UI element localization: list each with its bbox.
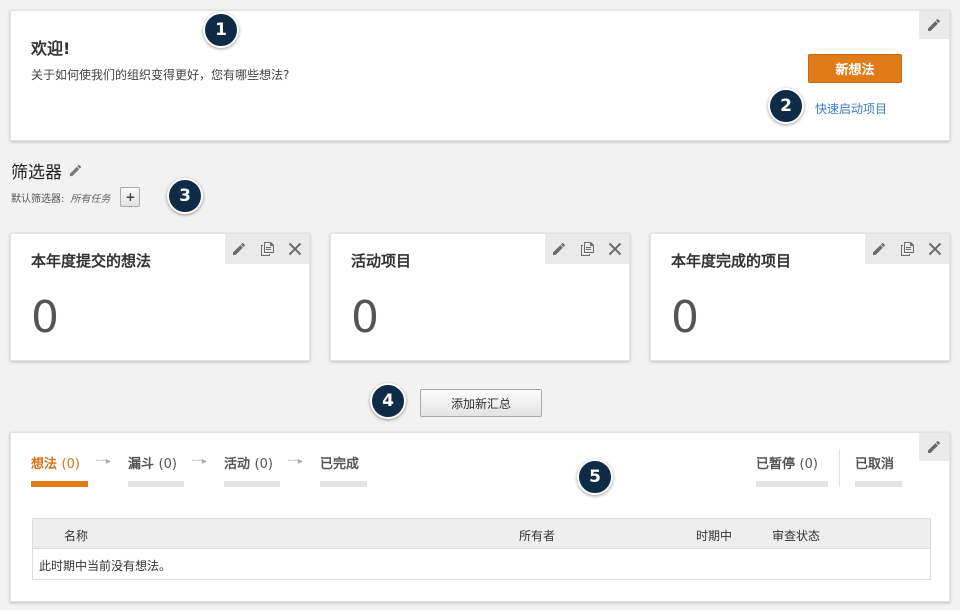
stage-bar-active (224, 481, 280, 487)
card-title: 本年度提交的想法 (31, 252, 152, 270)
card-toolbar (545, 234, 629, 264)
callout-badge-1: 1 (203, 12, 239, 48)
callout-badge-4: 4 (370, 383, 406, 419)
pipeline-panel: 想法 (0) ·····▸ 漏斗 (0) ·····▸ 活动 (0) ·····… (10, 432, 950, 602)
empty-table-message: 此时期中当前没有想法。 (39, 559, 172, 573)
table-row: 此时期中当前没有想法。 (33, 549, 930, 579)
ideas-table: 名称 所有者 时期中 审查状态 此时期中当前没有想法。 (32, 518, 931, 580)
pencil-icon (873, 243, 885, 255)
stage-label: 已完成 (320, 457, 360, 472)
pencil-icon (233, 243, 245, 255)
edit-card-button[interactable] (551, 241, 567, 257)
stage-arrow-icon: ·····▸ (191, 456, 207, 467)
default-filter-value: 所有任务 (70, 193, 111, 205)
edit-welcome-button[interactable] (919, 11, 949, 39)
stage-tab-funnel[interactable]: 漏斗 (0) (128, 453, 177, 472)
default-filter-label: 默认筛选器: (11, 193, 65, 205)
copy-icon (901, 242, 914, 256)
stage-tab-paused[interactable]: 已暂停 (0) (756, 453, 818, 472)
summary-card-ideas: 本年度提交的想法 0 (10, 233, 310, 361)
copy-card-button[interactable] (579, 241, 595, 257)
stage-count: (0) (61, 457, 80, 472)
stage-bar-cancelled (855, 481, 902, 487)
stage-bar-completed (320, 481, 367, 487)
copy-icon (261, 242, 274, 256)
summary-card-active-projects: 活动项目 0 (330, 233, 630, 361)
card-value: 0 (351, 292, 379, 343)
stage-count: (0) (799, 457, 818, 472)
close-icon (928, 242, 942, 256)
stage-arrow-icon: ·····▸ (95, 456, 111, 467)
copy-card-button[interactable] (259, 241, 275, 257)
summary-card-completed-projects: 本年度完成的项目 0 (650, 233, 950, 361)
card-value: 0 (31, 292, 59, 343)
stage-count: (0) (254, 457, 273, 472)
edit-card-button[interactable] (871, 241, 887, 257)
stage-label: 漏斗 (128, 457, 155, 472)
column-header-name[interactable]: 名称 (64, 527, 88, 544)
welcome-title: 欢迎! (31, 39, 71, 58)
quick-start-project-link[interactable]: 快速启动项目 (815, 100, 887, 117)
stage-label: 已取消 (855, 457, 895, 472)
add-filter-button[interactable]: + (120, 187, 141, 207)
close-icon (288, 242, 302, 256)
stage-bar-funnel (128, 481, 184, 487)
add-new-summary-button[interactable]: 添加新汇总 (420, 389, 542, 417)
column-header-period[interactable]: 时期中 (696, 527, 732, 544)
stage-count: (0) (158, 457, 177, 472)
edit-pipeline-button[interactable] (919, 433, 949, 461)
stage-tab-cancelled[interactable]: 已取消 (855, 453, 894, 472)
callout-badge-3: 3 (167, 178, 203, 214)
stage-tab-completed[interactable]: 已完成 (320, 453, 359, 472)
stage-bar-paused (756, 481, 828, 487)
stage-divider (839, 449, 840, 487)
card-toolbar (865, 234, 949, 264)
pencil-icon (928, 441, 940, 453)
pencil-icon (928, 19, 940, 31)
stage-bar-ideas (31, 481, 88, 487)
edit-card-button[interactable] (231, 241, 247, 257)
stage-label: 已暂停 (756, 457, 796, 472)
callout-badge-2: 2 (768, 88, 804, 124)
column-header-owner[interactable]: 所有者 (519, 527, 555, 544)
copy-card-button[interactable] (899, 241, 915, 257)
filter-title: 筛选器 (11, 158, 83, 183)
stage-arrow-icon: ·····▸ (287, 456, 303, 467)
filter-title-text: 筛选器 (11, 163, 62, 183)
stage-tab-active[interactable]: 活动 (0) (224, 453, 273, 472)
card-title: 活动项目 (351, 252, 412, 270)
stage-label: 想法 (31, 457, 58, 472)
card-toolbar (225, 234, 309, 264)
table-header: 名称 所有者 时期中 审查状态 (33, 519, 930, 549)
welcome-panel: 欢迎! 关于如何使我们的组织变得更好，您有哪些想法? 新想法 快速启动项目 (10, 10, 950, 141)
stage-label: 活动 (224, 457, 251, 472)
delete-card-button[interactable] (287, 241, 303, 257)
close-icon (608, 242, 622, 256)
default-filter-row: 默认筛选器: 所有任务 + (11, 187, 141, 207)
welcome-subtitle: 关于如何使我们的组织变得更好，您有哪些想法? (31, 68, 290, 82)
delete-card-button[interactable] (927, 241, 943, 257)
delete-card-button[interactable] (607, 241, 623, 257)
column-header-review-status[interactable]: 审查状态 (772, 527, 820, 544)
card-value: 0 (671, 292, 699, 343)
card-title: 本年度完成的项目 (671, 252, 792, 270)
stage-tab-ideas[interactable]: 想法 (0) (31, 453, 80, 472)
copy-icon (581, 242, 594, 256)
callout-badge-5: 5 (577, 459, 613, 495)
new-idea-button[interactable]: 新想法 (808, 54, 902, 83)
pencil-icon (553, 243, 565, 255)
pencil-icon[interactable] (68, 163, 83, 178)
